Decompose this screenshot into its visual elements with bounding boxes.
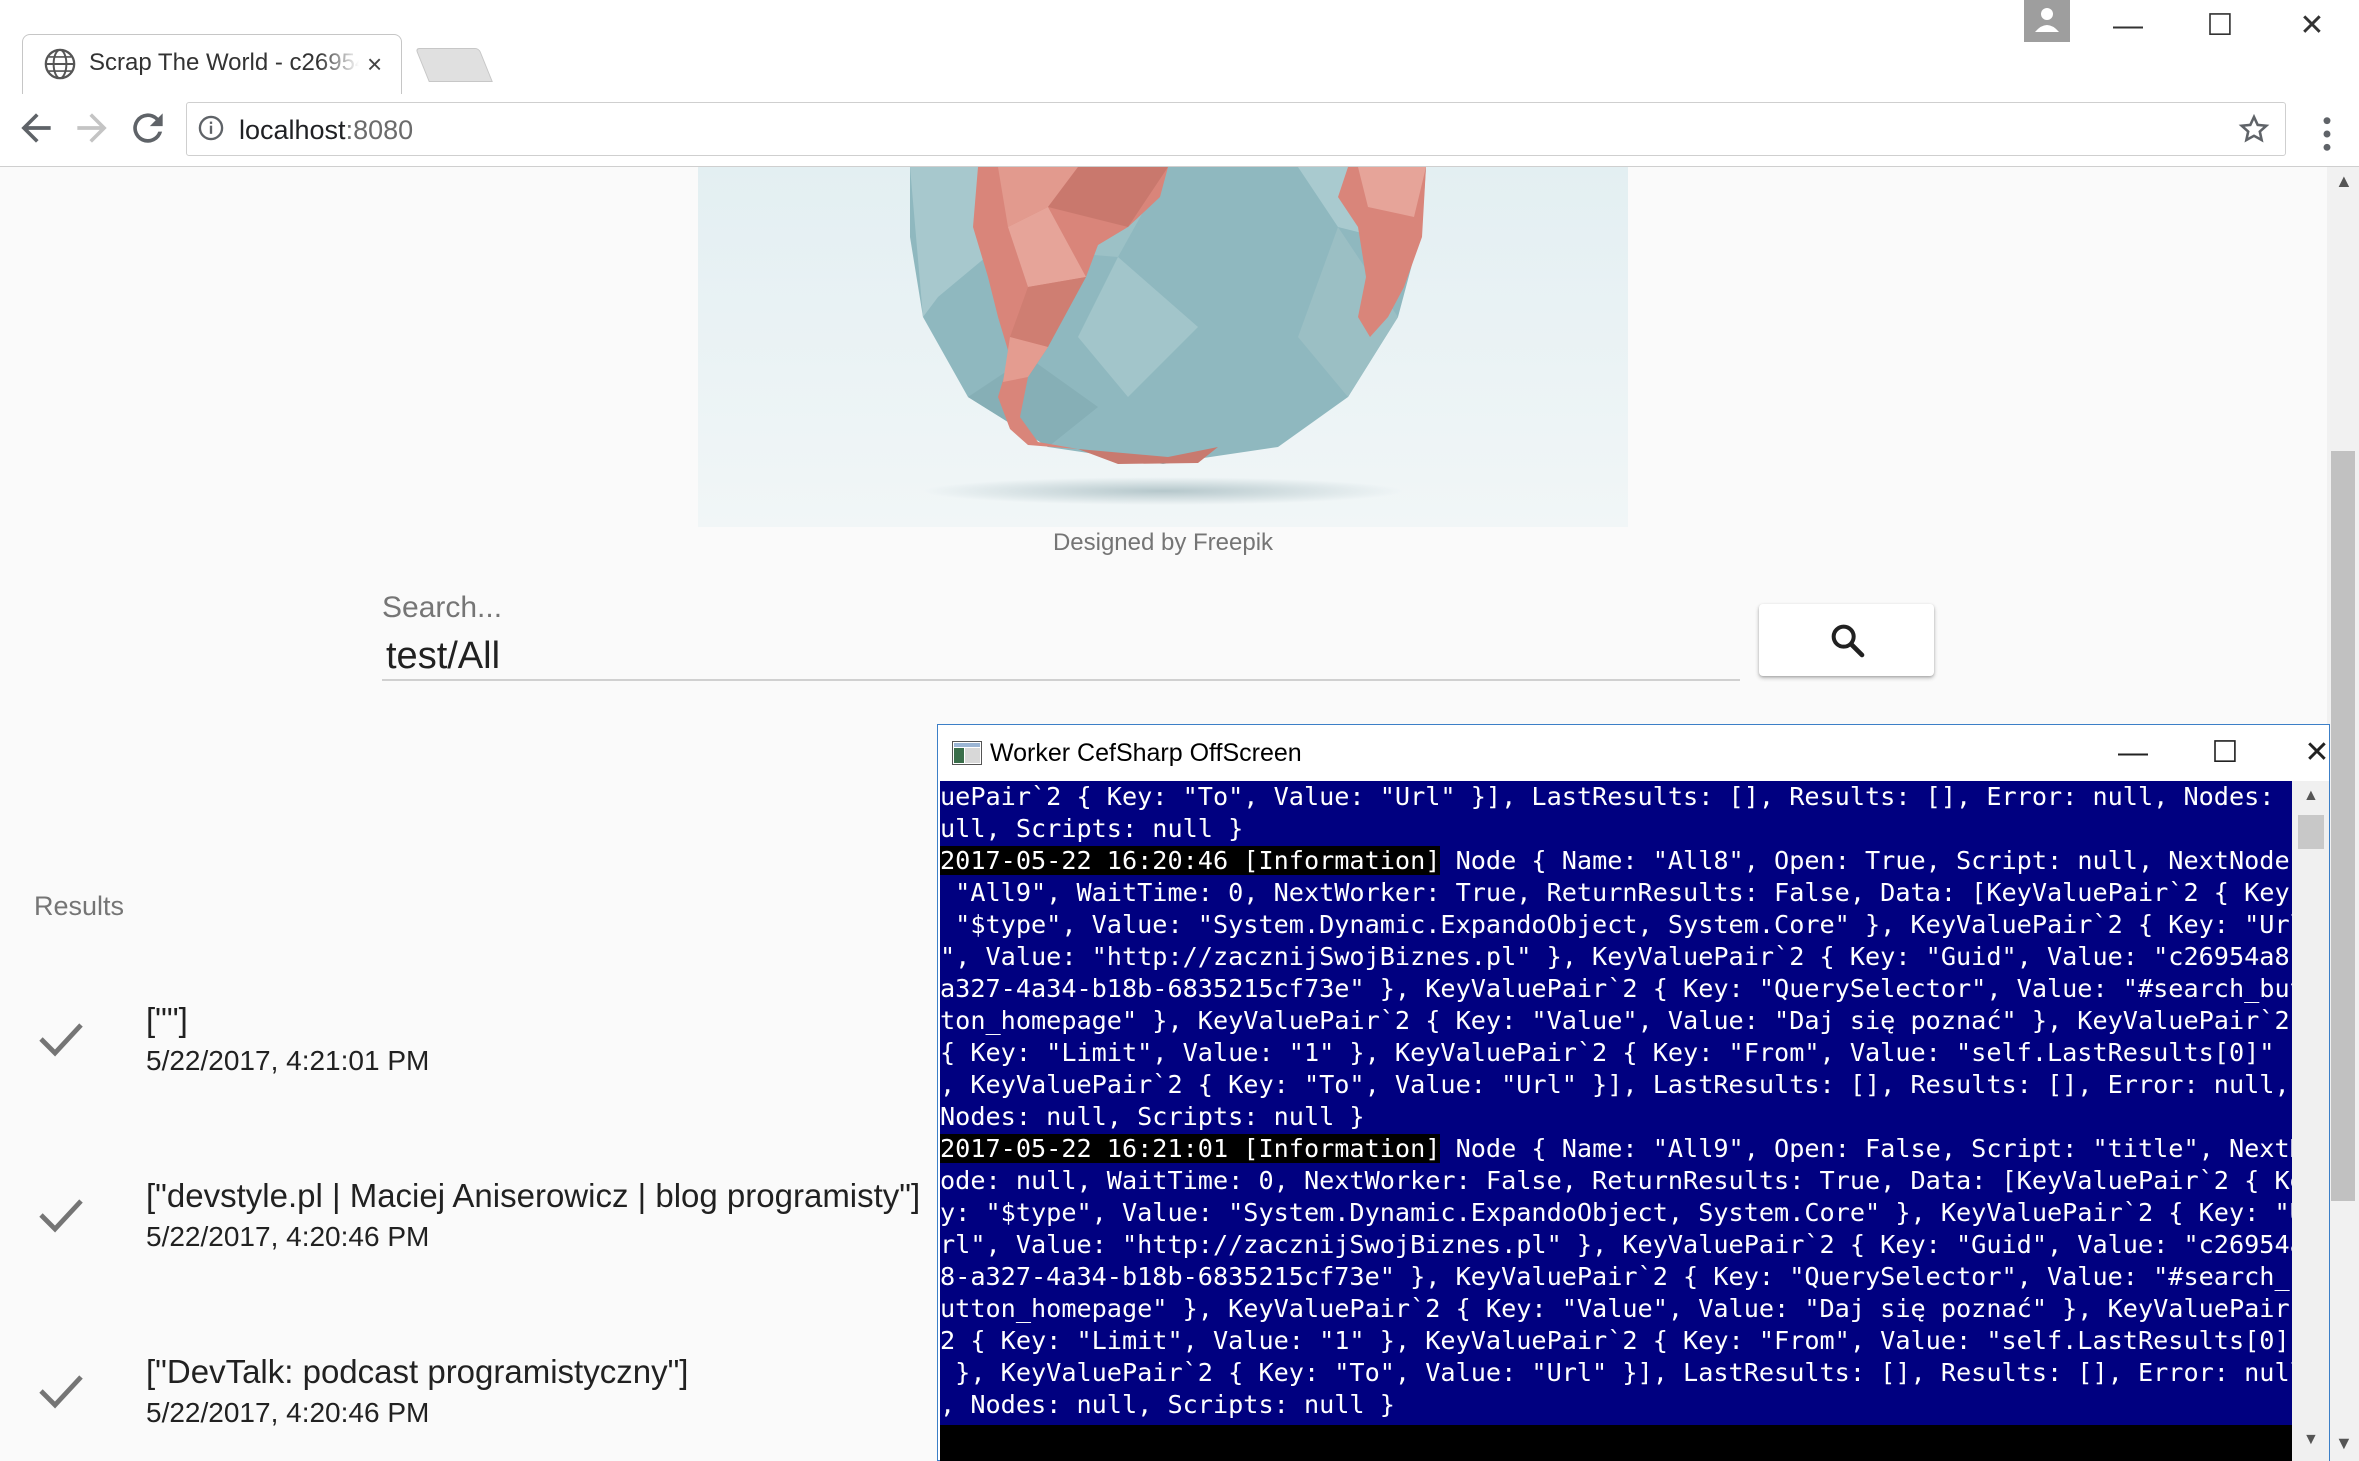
console-line: , Nodes: null, Scripts: null }: [940, 1389, 2292, 1421]
info-icon[interactable]: [197, 114, 225, 142]
console-titlebar[interactable]: Worker CefSharp OffScreen — ☐ ✕: [938, 725, 2330, 781]
back-arrow-icon[interactable]: [14, 106, 58, 150]
console-line: ton_homepage" }, KeyValuePair`2 { Key: "…: [940, 1005, 2292, 1037]
console-log-text: ton_homepage" }, KeyValuePair`2 { Key: "…: [940, 1006, 2290, 1035]
console-log-text: ode: null, WaitTime: 0, NextWorker: Fals…: [940, 1166, 2292, 1195]
console-window[interactable]: Worker CefSharp OffScreen — ☐ ✕ uePair`2…: [937, 724, 2330, 1461]
console-close-button[interactable]: ✕: [2282, 729, 2352, 777]
check-icon: [39, 1023, 83, 1057]
console-log-text: "All9", WaitTime: 0, NextWorker: True, R…: [940, 878, 2292, 907]
console-log-text: 2 { Key: "Limit", Value: "1" }, KeyValue…: [940, 1326, 2292, 1355]
search-label: Search...: [382, 591, 503, 624]
console-line: y: "$type", Value: "System.Dynamic.Expan…: [940, 1197, 2292, 1229]
browser-toolbar: localhost:8080: [0, 94, 2359, 167]
console-output[interactable]: uePair`2 { Key: "To", Value: "Url" }], L…: [940, 781, 2292, 1461]
console-log-text: }, KeyValuePair`2 { Key: "To", Value: "U…: [940, 1358, 2292, 1387]
new-tab-button[interactable]: [415, 48, 493, 82]
image-credit: Designed by Freepik: [1052, 529, 1274, 556]
console-line: rl", Value: "http://zacznijSwojBiznes.pl…: [940, 1229, 2292, 1261]
console-line: { Key: "Limit", Value: "1" }, KeyValuePa…: [940, 1037, 2292, 1069]
tab-title: Scrap The World - c26954a8: [89, 49, 359, 76]
console-line: ull, Scripts: null }: [940, 813, 2292, 845]
console-line: ", Value: "http://zacznijSwojBiznes.pl" …: [940, 941, 2292, 973]
result-item[interactable]: ["DevTalk: podcast programistyczny"] 5/2…: [30, 1349, 930, 1459]
maximize-button[interactable]: ☐: [2190, 4, 2250, 48]
hero-globe-image: [698, 167, 1628, 527]
forward-arrow-icon[interactable]: [70, 106, 114, 150]
close-window-button[interactable]: ✕: [2282, 4, 2342, 48]
result-time: 5/22/2017, 4:20:46 PM: [146, 1221, 430, 1252]
console-log-text: Node { Name: "All8", Open: True, Script:…: [1440, 846, 2292, 875]
console-title: Worker CefSharp OffScreen: [990, 739, 1302, 767]
address-bar[interactable]: localhost:8080: [186, 102, 2286, 156]
console-log-text: rl", Value: "http://zacznijSwojBiznes.pl…: [940, 1230, 2292, 1259]
search-icon: [1831, 624, 1865, 658]
console-scroll-down-icon[interactable]: ▼: [2303, 1431, 2319, 1449]
minimize-button[interactable]: —: [2098, 4, 2158, 48]
console-log: uePair`2 { Key: "To", Value: "Url" }], L…: [940, 781, 2292, 1421]
results-heading: Results: [34, 891, 125, 921]
scrollbar-thumb[interactable]: [2331, 451, 2355, 1201]
console-log-text: Nodes: null, Scripts: null }: [940, 1102, 1365, 1131]
console-line: uePair`2 { Key: "To", Value: "Url" }], L…: [940, 781, 2292, 813]
more-menu-icon[interactable]: [2312, 114, 2342, 154]
console-log-text: 8-a327-4a34-b18b-6835215cf73e" }, KeyVal…: [940, 1262, 2292, 1291]
console-log-text: { Key: "Limit", Value: "1" }, KeyValuePa…: [940, 1038, 2292, 1067]
url-text: localhost:8080: [239, 115, 414, 145]
result-item[interactable]: [""] 5/22/2017, 4:21:01 PM: [30, 997, 930, 1107]
console-log-text: uePair`2 { Key: "To", Value: "Url" }], L…: [940, 782, 2292, 811]
search-button[interactable]: [1759, 604, 1934, 676]
tab-close-icon[interactable]: ×: [367, 47, 382, 81]
result-text: [""]: [146, 1001, 188, 1038]
result-item[interactable]: ["devstyle.pl | Maciej Aniserowicz | blo…: [30, 1173, 930, 1283]
check-icon: [39, 1199, 83, 1233]
console-log-text: utton_homepage" }, KeyValuePair`2 { Key:…: [940, 1294, 2292, 1323]
console-maximize-button[interactable]: ☐: [2190, 729, 2260, 777]
console-log-tag: 2017-05-22 16:20:46 [Information]: [940, 846, 1441, 875]
person-icon: [2035, 8, 2059, 32]
scroll-up-arrow-icon[interactable]: ▲: [2335, 171, 2353, 192]
console-log-text: "$type", Value: "System.Dynamic.ExpandoO…: [940, 910, 2292, 939]
check-icon: [39, 1375, 83, 1409]
console-minimize-button[interactable]: —: [2098, 729, 2168, 777]
profile-button[interactable]: [2024, 0, 2070, 42]
console-log-text: y: "$type", Value: "System.Dynamic.Expan…: [940, 1198, 2292, 1227]
console-scrollbar-thumb[interactable]: [2298, 815, 2324, 849]
console-line: 2017-05-22 16:20:46 [Information] Node {…: [940, 845, 2292, 877]
result-text: ["DevTalk: podcast programistyczny"]: [146, 1353, 689, 1390]
bookmark-star-icon[interactable]: [2237, 112, 2271, 146]
tab-strip: Scrap The World - c26954a8 × — ☐ ✕: [0, 0, 2359, 95]
console-log-text: ull, Scripts: null }: [940, 814, 1244, 843]
console-line: ode: null, WaitTime: 0, NextWorker: Fals…: [940, 1165, 2292, 1197]
console-log-text: , Nodes: null, Scripts: null }: [940, 1390, 1395, 1419]
console-line: 2017-05-22 16:21:01 [Information] Node {…: [940, 1133, 2292, 1165]
console-log-text: , KeyValuePair`2 { Key: "To", Value: "Ur…: [940, 1070, 2290, 1099]
scroll-down-arrow-icon[interactable]: ▼: [2335, 1433, 2353, 1454]
console-bottom-area: [940, 1425, 2292, 1461]
console-line: "$type", Value: "System.Dynamic.ExpandoO…: [940, 909, 2292, 941]
result-text: ["devstyle.pl | Maciej Aniserowicz | blo…: [146, 1177, 921, 1214]
console-line: 2 { Key: "Limit", Value: "1" }, KeyValue…: [940, 1325, 2292, 1357]
console-log-tag: 2017-05-22 16:21:01 [Information]: [940, 1134, 1441, 1163]
console-app-icon: [952, 741, 982, 765]
console-line: a327-4a34-b18b-6835215cf73e" }, KeyValue…: [940, 973, 2292, 1005]
console-line: }, KeyValuePair`2 { Key: "To", Value: "U…: [940, 1357, 2292, 1389]
console-line: 8-a327-4a34-b18b-6835215cf73e" }, KeyVal…: [940, 1261, 2292, 1293]
console-line: Nodes: null, Scripts: null }: [940, 1101, 2292, 1133]
globe-icon: [44, 48, 76, 80]
result-time: 5/22/2017, 4:21:01 PM: [146, 1045, 430, 1076]
console-scroll-up-icon[interactable]: ▲: [2303, 787, 2319, 805]
console-line: utton_homepage" }, KeyValuePair`2 { Key:…: [940, 1293, 2292, 1325]
console-line: , KeyValuePair`2 { Key: "To", Value: "Ur…: [940, 1069, 2292, 1101]
browser-tab[interactable]: Scrap The World - c26954a8 ×: [22, 34, 402, 94]
console-scrollbar[interactable]: ▲ ▼: [2292, 781, 2329, 1461]
result-time: 5/22/2017, 4:20:46 PM: [146, 1397, 430, 1428]
console-log-text: Node { Name: "All9", Open: False, Script…: [1440, 1134, 2292, 1163]
console-log-text: ", Value: "http://zacznijSwojBiznes.pl" …: [940, 942, 2292, 971]
search-input[interactable]: [382, 633, 1740, 681]
reload-icon[interactable]: [126, 106, 170, 150]
page-scrollbar[interactable]: ▲ ▼: [2327, 167, 2359, 1461]
console-log-text: a327-4a34-b18b-6835215cf73e" }, KeyValue…: [940, 974, 2292, 1003]
console-line: "All9", WaitTime: 0, NextWorker: True, R…: [940, 877, 2292, 909]
